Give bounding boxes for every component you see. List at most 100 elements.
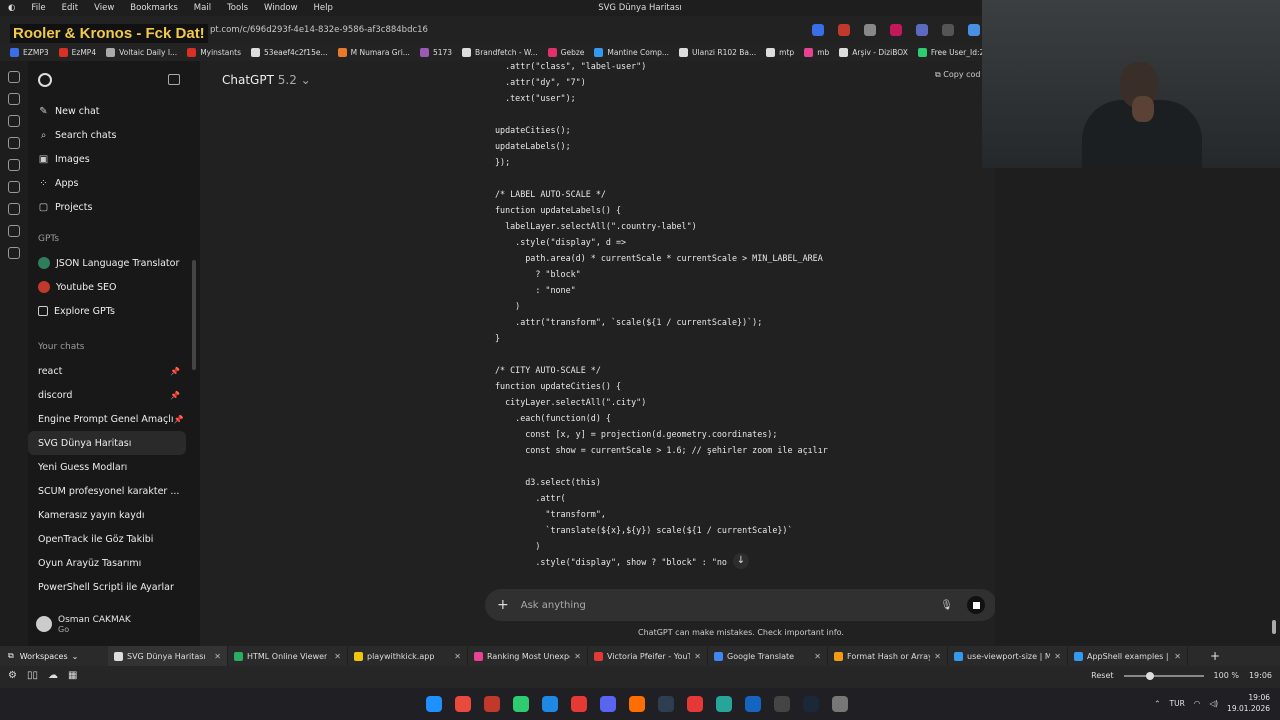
browser-tab[interactable]: SVG Dünya Haritası ✕ (108, 646, 228, 666)
chat-history-item[interactable]: Oyun Arayüz Tasarımı (28, 551, 200, 575)
downloads-icon[interactable] (8, 93, 20, 105)
chevron-up-icon[interactable]: ⌃ (1154, 699, 1160, 708)
windows-start-icon[interactable] (426, 696, 442, 712)
bookmark-item[interactable]: Arşiv - DiziBOX (839, 48, 908, 57)
menu-mail[interactable]: Mail (186, 3, 219, 13)
scroll-down-icon[interactable]: ↓ (733, 553, 749, 569)
apple-icon[interactable]: ◐ (0, 3, 23, 13)
close-icon[interactable]: ✕ (814, 652, 821, 661)
taskbar-app-icon[interactable] (687, 696, 703, 712)
menu-tools[interactable]: Tools (219, 3, 256, 13)
close-icon[interactable]: ✕ (334, 652, 341, 661)
sidebar-toggle-icon[interactable] (168, 74, 180, 85)
nav-images[interactable]: ▣ Images (28, 147, 200, 171)
workspaces-button[interactable]: ⧉ Workspaces ⌄ (0, 651, 108, 661)
clock[interactable]: 19:06 19.01.2026 (1227, 692, 1270, 714)
browser-tab[interactable]: Ranking Most Unexpe ✕ (468, 646, 588, 666)
taskbar-app-icon[interactable] (513, 696, 529, 712)
taskbar-app-icon[interactable] (803, 696, 819, 712)
chat-history-item[interactable]: Engine Prompt Genel Amaçlı 📌 (28, 407, 200, 431)
wifi-icon[interactable]: ◠ (1194, 699, 1201, 708)
extension-icon[interactable] (890, 24, 902, 36)
chat-history-item[interactable]: react 📌 (28, 359, 200, 383)
message-input[interactable]: Ask anything (521, 600, 941, 611)
gpt-item[interactable]: Explore GPTs (28, 299, 200, 323)
close-icon[interactable]: ✕ (454, 652, 461, 661)
translate-icon[interactable] (812, 24, 824, 36)
close-icon[interactable]: ✕ (1174, 652, 1181, 661)
cloud-icon[interactable]: ☁ (48, 670, 58, 681)
chat-history-item[interactable]: PowerShell Scripti ile Ayarlar (28, 575, 200, 599)
panel-toggle-icon[interactable]: ⚙ (8, 670, 17, 681)
sidebar-scrollbar[interactable] (192, 260, 196, 370)
microphone-icon[interactable]: 🎙 (940, 600, 953, 611)
gpt-item[interactable]: JSON Language Translator (28, 251, 200, 275)
zoom-slider[interactable] (1123, 671, 1204, 680)
chat-history-item[interactable]: SCUM profesyonel karakter ... (28, 479, 200, 503)
translate-panel-icon[interactable] (8, 159, 20, 171)
taskbar-app-icon[interactable] (658, 696, 674, 712)
bookmark-item[interactable]: Voltaic Daily I... (106, 48, 177, 57)
chat-history-item[interactable]: OpenTrack ile Göz Takibi (28, 527, 200, 551)
bookmark-item[interactable]: 53eaef4c2f15e... (250, 48, 328, 57)
bookmark-item[interactable]: Ulanzi R102 Ba... (679, 48, 756, 57)
url-field[interactable]: pt.com/c/696d293f-4e14-832e-9586-af3c884… (210, 25, 428, 35)
browser-tab[interactable]: Google Translate ✕ (708, 646, 828, 666)
taskbar-app-icon[interactable] (716, 696, 732, 712)
chat-history-item[interactable]: Kamerasız yayın kaydı (28, 503, 200, 527)
browser-tab[interactable]: HTML Online Viewer ✕ (228, 646, 348, 666)
taskbar-app-icon[interactable] (774, 696, 790, 712)
browser-tab[interactable]: playwithkick.app ✕ (348, 646, 468, 666)
openai-logo-icon[interactable] (38, 73, 52, 87)
menu-bookmarks[interactable]: Bookmarks (122, 3, 186, 13)
nav-search-chats[interactable]: ⌕ Search chats (28, 123, 200, 147)
taskbar-app-icon[interactable] (455, 696, 471, 712)
sync-icon[interactable] (942, 24, 954, 36)
close-icon[interactable]: ✕ (1054, 652, 1061, 661)
close-icon[interactable]: ✕ (214, 652, 221, 661)
taskbar-app-icon[interactable] (832, 696, 848, 712)
taskbar-app-icon[interactable] (571, 696, 587, 712)
chat-history-item[interactable]: discord 📌 (28, 383, 200, 407)
add-panel-icon[interactable] (8, 247, 20, 259)
calendar-icon[interactable] (8, 225, 20, 237)
taskbar-app-icon[interactable] (745, 696, 761, 712)
bookmark-item[interactable]: EZMP3 (10, 48, 49, 57)
menu-view[interactable]: View (86, 3, 122, 13)
bookmark-item[interactable]: Brandfetch - W... (462, 48, 538, 57)
user-profile[interactable]: Osman CAKMAK Go (28, 606, 200, 642)
record-icon[interactable] (838, 24, 850, 36)
language-indicator[interactable]: TUR (1170, 699, 1185, 708)
chat-history-item[interactable]: SVG Dünya Haritası (28, 431, 186, 455)
gpt-item[interactable]: Youtube SEO (28, 275, 200, 299)
model-selector[interactable]: ChatGPT 5.2 ⌄ (222, 73, 311, 87)
volume-icon[interactable]: ◁) (1209, 699, 1218, 708)
page-scrollbar[interactable] (1272, 620, 1276, 634)
bookmark-item[interactable]: M Numara Gri... (337, 48, 410, 57)
notes-icon[interactable] (8, 137, 20, 149)
reading-list-icon[interactable] (8, 181, 20, 193)
plus-icon[interactable]: + (497, 597, 509, 613)
bookmark-item[interactable]: Mantine Comp... (594, 48, 669, 57)
nav-new-chat[interactable]: ✎ New chat (28, 99, 200, 123)
menu-file[interactable]: File (23, 3, 53, 13)
capture-icon[interactable]: ▦ (68, 670, 77, 681)
close-icon[interactable]: ✕ (934, 652, 941, 661)
reset-button[interactable]: Reset (1091, 671, 1113, 680)
history-icon[interactable] (8, 115, 20, 127)
globe-icon[interactable] (968, 24, 980, 36)
taskbar-app-icon[interactable] (600, 696, 616, 712)
puzzle-icon[interactable] (916, 24, 928, 36)
nav-apps[interactable]: ⁘ Apps (28, 171, 200, 195)
taskbar-app-icon[interactable] (629, 696, 645, 712)
browser-tab[interactable]: Format Hash or Array ✕ (828, 646, 948, 666)
taskbar-app-icon[interactable] (542, 696, 558, 712)
browser-tab[interactable]: Victoria Pfeifer - YouTu ✕ (588, 646, 708, 666)
mail-panel-icon[interactable] (8, 203, 20, 215)
menu-help[interactable]: Help (306, 3, 341, 13)
new-tab-icon[interactable]: + (1210, 649, 1220, 663)
menu-window[interactable]: Window (256, 3, 306, 13)
bookmark-item[interactable]: 5173 (419, 48, 452, 57)
bookmark-panel-icon[interactable] (8, 71, 20, 83)
browser-tab[interactable]: AppShell examples | M ✕ (1068, 646, 1188, 666)
